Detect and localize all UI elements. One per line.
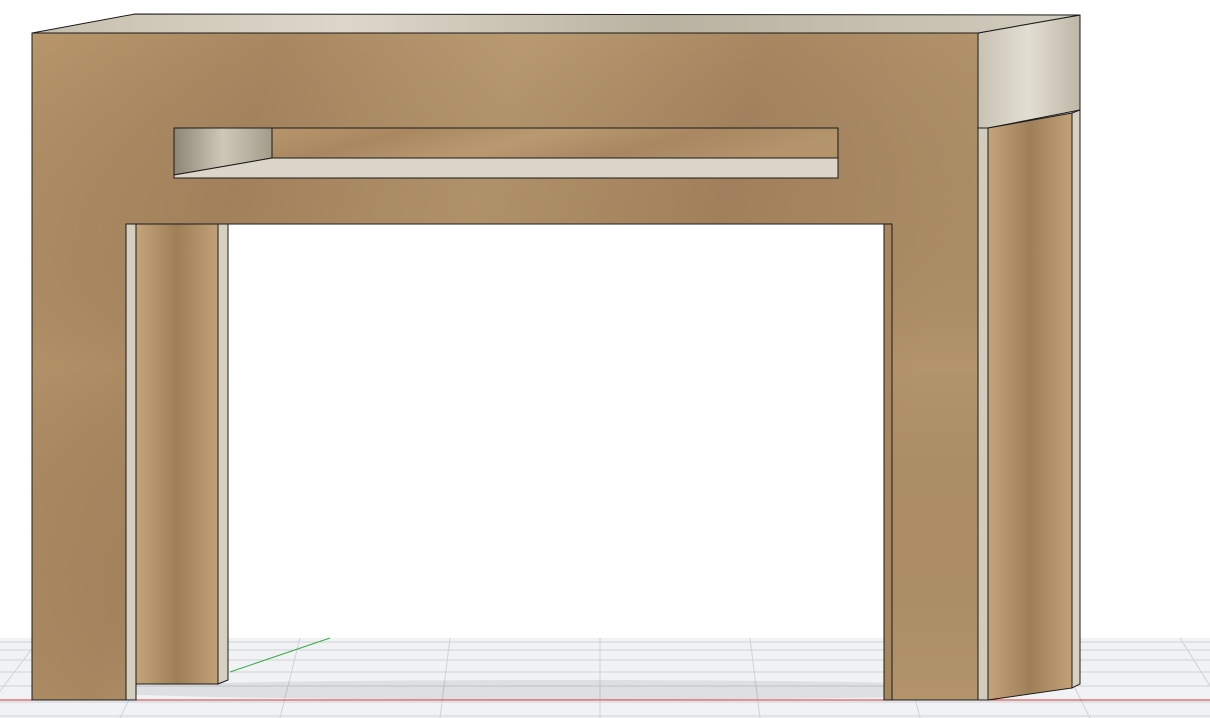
shelf-slot[interactable] [173,127,839,179]
right-side-panel[interactable] [977,14,1081,701]
right-front-leg-edge [883,223,893,701]
model-canvas[interactable] [0,0,1210,718]
tabletop-surface[interactable] [31,13,1081,34]
3d-viewport[interactable] [0,0,1210,718]
left-back-leg[interactable] [125,223,229,701]
